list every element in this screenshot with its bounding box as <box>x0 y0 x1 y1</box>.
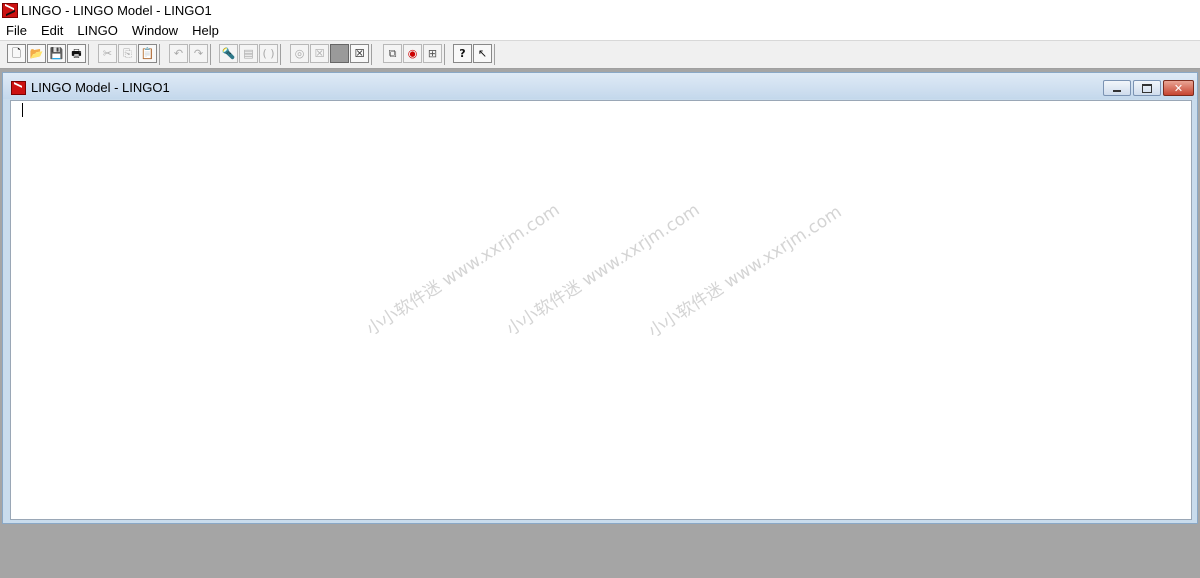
minimize-icon <box>1113 89 1121 92</box>
paste-icon[interactable]: 📋 <box>138 44 157 63</box>
open-file-icon[interactable]: 📂 <box>27 44 46 63</box>
menu-help[interactable]: Help <box>185 23 226 38</box>
maximize-icon <box>1142 83 1152 93</box>
toolbar-group-find: 🔦 ▤ ( ) <box>219 44 281 65</box>
toolbar-group-undo: ↶ ↷ <box>169 44 211 65</box>
toolbar: 🗋 📂 💾 🖶 ✂ ⎘ 📋 ↶ ↷ 🔦 ▤ ( ) ◎ ☒ ☒ ⧉ ◉ ⊞ ? … <box>0 40 1200 69</box>
cut-icon[interactable]: ✂ <box>98 44 117 63</box>
toolbar-group-help: ? ↖ <box>453 44 495 65</box>
toolbar-group-solve: ◎ ☒ ☒ <box>290 44 372 65</box>
stop-icon[interactable] <box>330 44 349 63</box>
tile-icon[interactable]: ⊞ <box>423 44 442 63</box>
model-window-title-bar[interactable]: LINGO Model - LINGO1 ✕ <box>3 73 1197 99</box>
model-window-title: LINGO Model - LINGO1 <box>31 80 170 95</box>
save-icon[interactable]: 💾 <box>47 44 66 63</box>
new-file-icon[interactable]: 🗋 <box>7 44 26 63</box>
toolbar-group-window: ⧉ ◉ ⊞ <box>383 44 445 65</box>
model-window: LINGO Model - LINGO1 ✕ 小小软件迷 www.xxrjm.c… <box>2 72 1198 524</box>
toolbar-group-file: 🗋 📂 💾 🖶 <box>7 44 89 65</box>
maximize-button[interactable] <box>1133 80 1161 96</box>
close-all-icon[interactable]: ☒ <box>350 44 369 63</box>
context-help-icon[interactable]: ↖ <box>473 44 492 63</box>
menu-file[interactable]: File <box>0 23 34 38</box>
menu-lingo[interactable]: LINGO <box>70 23 124 38</box>
go-to-line-icon[interactable]: ▤ <box>239 44 258 63</box>
help-topics-icon[interactable]: ? <box>453 44 472 63</box>
close-icon: ✕ <box>1173 81 1184 95</box>
send-to-back-icon[interactable]: ⧉ <box>383 44 402 63</box>
lingo-app-icon <box>2 2 18 18</box>
menu-bar: File Edit LINGO Window Help <box>0 20 1200 40</box>
menu-window[interactable]: Window <box>125 23 185 38</box>
solution-icon[interactable]: ☒ <box>310 44 329 63</box>
undo-icon[interactable]: ↶ <box>169 44 188 63</box>
app-title: LINGO - LINGO Model - LINGO1 <box>21 2 212 18</box>
mdi-workspace: LINGO Model - LINGO1 ✕ 小小软件迷 www.xxrjm.c… <box>0 69 1200 578</box>
redo-icon[interactable]: ↷ <box>189 44 208 63</box>
model-editor[interactable]: 小小软件迷 www.xxrjm.com 小小软件迷 www.xxrjm.com … <box>10 100 1192 520</box>
match-parenthesis-icon[interactable]: ( ) <box>259 44 278 63</box>
text-caret <box>22 103 23 117</box>
menu-edit[interactable]: Edit <box>34 23 70 38</box>
solve-icon[interactable]: ◎ <box>290 44 309 63</box>
minimize-button[interactable] <box>1103 80 1131 96</box>
close-button[interactable]: ✕ <box>1163 80 1194 96</box>
print-icon[interactable]: 🖶 <box>67 44 86 63</box>
window-caption-buttons: ✕ <box>1101 80 1194 96</box>
lingo-model-icon <box>11 81 26 95</box>
options-icon[interactable]: ◉ <box>403 44 422 63</box>
copy-icon[interactable]: ⎘ <box>118 44 137 63</box>
app-title-bar: LINGO - LINGO Model - LINGO1 <box>0 0 1200 20</box>
find-icon[interactable]: 🔦 <box>219 44 238 63</box>
toolbar-group-clipboard: ✂ ⎘ 📋 <box>98 44 160 65</box>
